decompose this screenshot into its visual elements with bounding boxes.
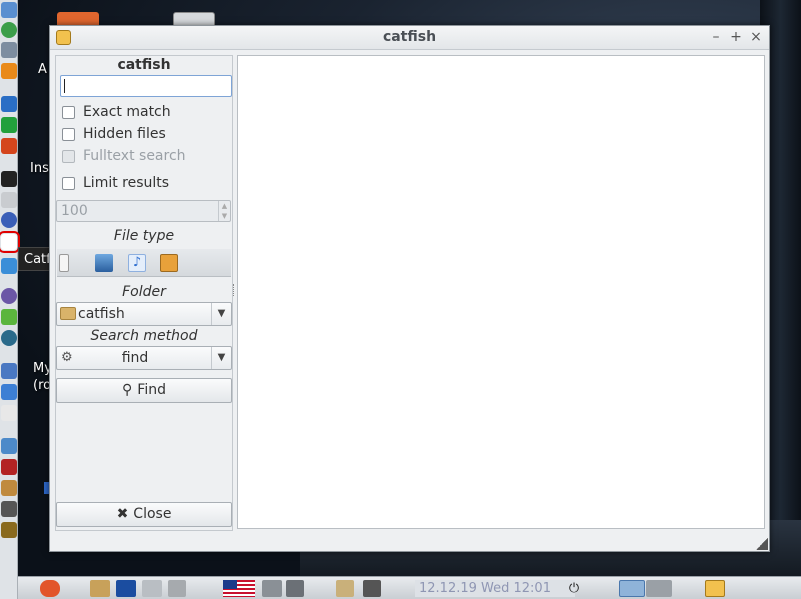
find-button[interactable]: ⚲ Find — [56, 378, 232, 403]
limit-results-checkbox[interactable] — [62, 176, 75, 190]
launcher-panel — [0, 0, 20, 599]
file-type-label: File type — [113, 228, 175, 244]
text-caret — [64, 79, 65, 93]
launcher-info-icon[interactable] — [1, 384, 17, 400]
video-type-icon[interactable] — [160, 254, 178, 272]
desktop-icon[interactable] — [116, 580, 136, 597]
launcher-app-icon-7[interactable] — [1, 480, 17, 496]
launcher-update-icon[interactable] — [1, 258, 17, 274]
results-pane[interactable] — [237, 55, 765, 529]
search-method-select[interactable]: ⚙ find ▼ — [56, 346, 232, 370]
fulltext-search-label: Fulltext search — [83, 148, 186, 164]
music-type-icon[interactable]: ♪ — [128, 254, 146, 272]
folder-label: Folder — [122, 284, 166, 300]
search-method-value: find — [121, 350, 149, 366]
desktop-label-1: A — [38, 62, 47, 77]
folder-chooser[interactable]: catfish ▼ — [56, 302, 232, 326]
spin-arrows: ▲ ▼ — [218, 201, 230, 221]
window-titlebar[interactable]: catfish – + × — [50, 26, 769, 50]
taskbar: 12.12.19 Wed 12:01 ⏻ — [18, 576, 801, 599]
launcher-terminal-icon[interactable] — [1, 171, 17, 187]
launcher-vlc-icon[interactable] — [1, 63, 17, 79]
pen-icon[interactable] — [363, 580, 381, 597]
document-type-icon[interactable] — [59, 254, 69, 272]
close-button[interactable]: ✖ Close — [56, 502, 232, 527]
folder-value: catfish — [78, 306, 125, 322]
launcher-app-icon-2[interactable] — [1, 309, 17, 325]
close-icon: ✖ — [116, 506, 129, 522]
network-icon[interactable] — [286, 580, 304, 597]
volume-icon[interactable] — [262, 580, 282, 597]
fulltext-search-option: Fulltext search — [62, 147, 186, 165]
file-type-toolbar: ♪ — [57, 249, 231, 277]
search-icon: ⚲ — [122, 382, 133, 398]
launcher-writer-icon[interactable] — [1, 96, 17, 112]
limit-value: 100 — [61, 203, 88, 219]
exact-match-checkbox[interactable] — [62, 105, 75, 119]
sidebar-title: catfish — [117, 57, 171, 73]
exact-match-option[interactable]: Exact match — [62, 103, 171, 121]
launcher-impress-icon[interactable] — [1, 138, 17, 154]
launcher-app-icon-1[interactable] — [1, 288, 17, 304]
limit-results-label: Limit results — [83, 175, 170, 191]
close-button-label: Close — [133, 506, 172, 522]
clock[interactable]: 12.12.19 Wed 12:01 — [415, 580, 575, 597]
launcher-catfish-icon[interactable] — [0, 231, 20, 253]
system-icon[interactable] — [142, 580, 162, 597]
menu-button[interactable] — [40, 580, 60, 597]
keyboard-layout-flag-icon[interactable] — [223, 580, 255, 597]
window-title: catfish — [382, 29, 437, 45]
launcher-settings-icon[interactable] — [1, 2, 17, 18]
hidden-files-label: Hidden files — [83, 126, 166, 142]
desktop-label-2: Ins — [30, 161, 49, 176]
launcher-network-icon[interactable] — [1, 42, 17, 58]
launcher-app-icon-3[interactable] — [1, 330, 17, 346]
hidden-files-option[interactable]: Hidden files — [62, 125, 166, 143]
launcher-calc-icon[interactable] — [1, 117, 17, 133]
chevron-down-icon: ▼ — [211, 347, 231, 369]
launcher-camera-icon[interactable] — [1, 501, 17, 517]
clipboard-icon[interactable] — [336, 580, 354, 597]
close-window-button[interactable]: × — [747, 28, 765, 46]
image-type-icon[interactable] — [95, 254, 113, 272]
power-icon[interactable]: ⏻ — [567, 580, 581, 597]
trash-icon[interactable] — [168, 580, 186, 597]
limit-results-option[interactable]: Limit results — [62, 174, 169, 192]
catfish-task-icon[interactable] — [705, 580, 725, 597]
chevron-down-icon: ▼ — [211, 303, 231, 325]
maximize-button[interactable]: + — [727, 28, 745, 46]
launcher-app-icon-5[interactable] — [1, 438, 17, 454]
window-resize-grip[interactable] — [756, 538, 768, 550]
search-method-label: Search method — [90, 328, 198, 344]
launcher-monitor-icon[interactable] — [1, 522, 17, 538]
minimize-button[interactable]: – — [707, 28, 725, 46]
launcher-app-icon-6[interactable] — [1, 459, 17, 475]
home-icon[interactable] — [90, 580, 110, 597]
search-input[interactable] — [60, 75, 232, 97]
launcher-firefox-icon[interactable] — [1, 212, 17, 228]
folder-icon — [60, 307, 76, 320]
launcher-app-icon-4[interactable] — [1, 363, 17, 379]
launcher-browser-icon[interactable] — [1, 22, 17, 38]
hidden-files-checkbox[interactable] — [62, 127, 75, 141]
launcher-editor-icon[interactable] — [1, 192, 17, 208]
catfish-window: catfish – + × catfish Exact match Hidden… — [49, 25, 770, 552]
search-sidebar: catfish Exact match Hidden files Fulltex… — [55, 55, 233, 531]
launcher-font-icon[interactable] — [1, 405, 17, 421]
exact-match-label: Exact match — [83, 104, 171, 120]
workspace-2[interactable] — [646, 580, 672, 597]
fulltext-search-checkbox — [62, 149, 75, 163]
limit-spinbox: 100 ▲ ▼ — [56, 200, 231, 222]
workspace-1[interactable] — [619, 580, 645, 597]
find-button-label: Find — [137, 382, 166, 398]
